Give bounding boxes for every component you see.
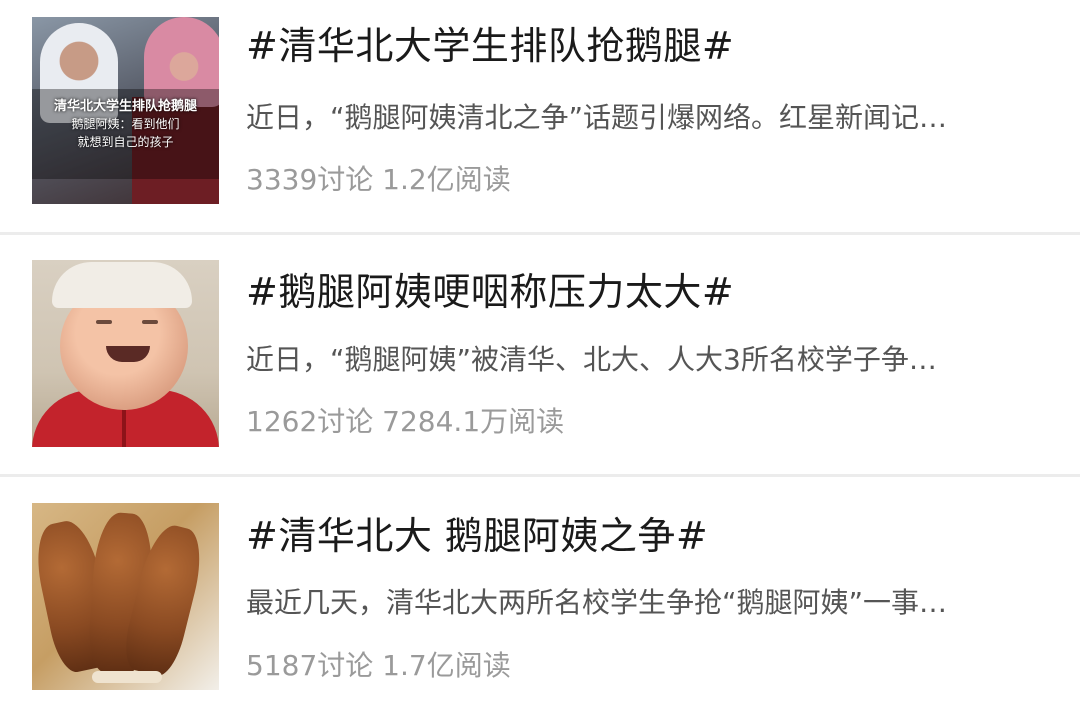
topic-list: 清华北大学生排队抢鹅腿 鹅腿阿姨：看到他们 就想到自己的孩子 #清华北大学生排队… — [0, 0, 1080, 702]
topic-item[interactable]: #清华北大 鹅腿阿姨之争# 最近几天，清华北大两所名校学生争抢“鹅腿阿姨”一事…… — [0, 478, 1080, 702]
topic-stats: 5187讨论 1.7亿阅读 — [246, 649, 511, 682]
divider — [0, 232, 1080, 235]
bone-image — [92, 671, 162, 683]
topic-stats: 3339讨论 1.2亿阅读 — [246, 163, 511, 196]
topic-title[interactable]: #鹅腿阿姨哽咽称压力太大# — [246, 268, 734, 316]
topic-summary: 近日，“鹅腿阿姨”被清华、北大、人大3所名校学子争… — [246, 343, 937, 376]
cap-image — [52, 262, 192, 308]
thumbnail-caption-line2: 鹅腿阿姨：看到他们 — [71, 117, 180, 131]
eye-image — [96, 320, 112, 324]
topic-title[interactable]: #清华北大学生排队抢鹅腿# — [246, 22, 734, 70]
thumbnail-caption-line1: 清华北大学生排队抢鹅腿 — [53, 99, 197, 114]
topic-thumbnail-video-still[interactable]: 清华北大学生排队抢鹅腿 鹅腿阿姨：看到他们 就想到自己的孩子 — [32, 17, 219, 204]
topic-item[interactable]: 清华北大学生排队抢鹅腿 鹅腿阿姨：看到他们 就想到自己的孩子 #清华北大学生排队… — [0, 0, 1080, 233]
topic-thumbnail-portrait[interactable] — [32, 260, 219, 447]
topic-item[interactable]: #鹅腿阿姨哽咽称压力太大# 近日，“鹅腿阿姨”被清华、北大、人大3所名校学子争…… — [0, 236, 1080, 469]
divider — [0, 474, 1080, 477]
topic-thumbnail-food[interactable] — [32, 503, 219, 690]
topic-stats: 1262讨论 7284.1万阅读 — [246, 405, 565, 438]
topic-summary: 近日，“鹅腿阿姨清北之争”话题引爆网络。红星新闻记… — [246, 101, 948, 134]
topic-summary: 最近几天，清华北大两所名校学生争抢“鹅腿阿姨”一事… — [246, 586, 948, 619]
topic-title[interactable]: #清华北大 鹅腿阿姨之争# — [246, 512, 708, 560]
thumbnail-caption-line3: 就想到自己的孩子 — [77, 135, 174, 149]
eye-image — [142, 320, 158, 324]
